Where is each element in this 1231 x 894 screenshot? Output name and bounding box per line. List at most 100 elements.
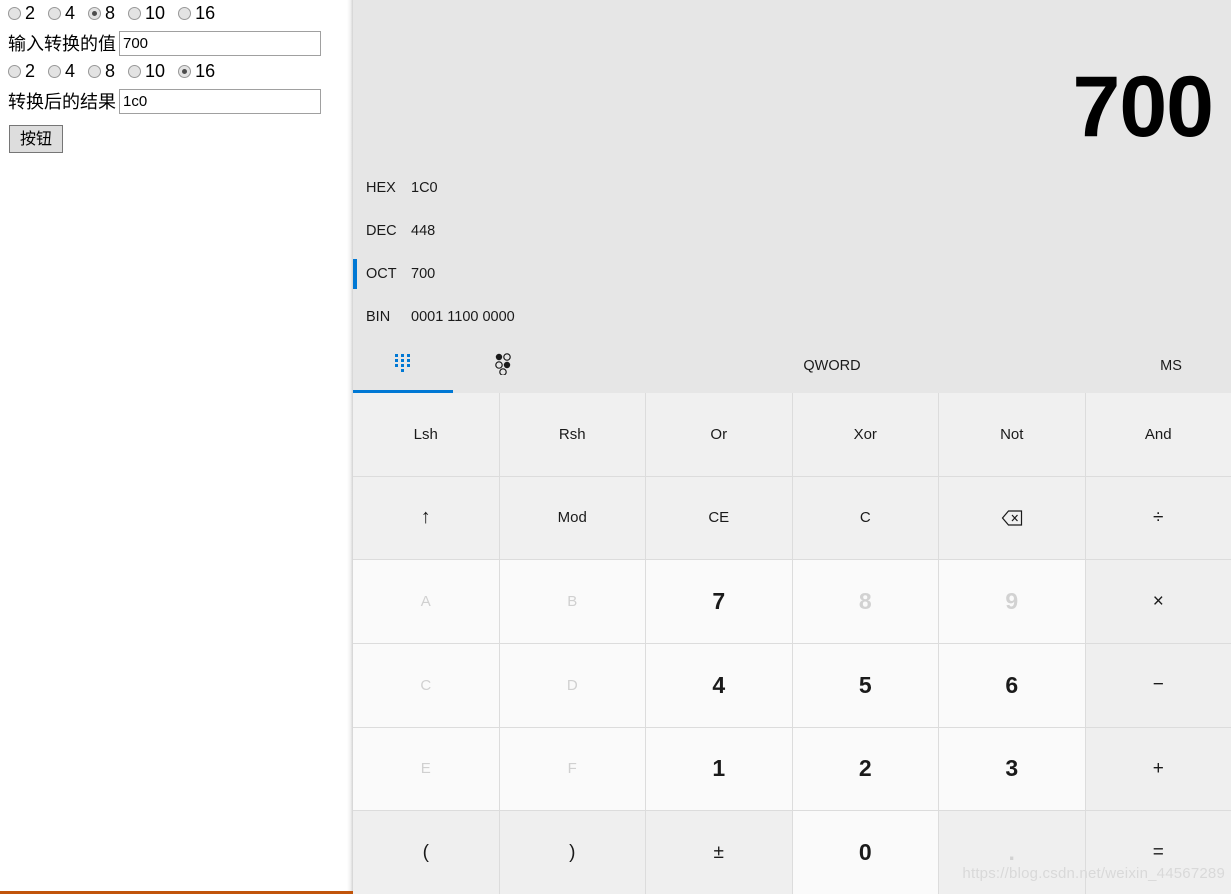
key-7[interactable]: 7 (646, 560, 792, 643)
selection-indicator (353, 216, 357, 246)
key-equals[interactable]: = (1085, 811, 1231, 894)
radio-label: 2 (25, 61, 36, 81)
tab-keypad[interactable] (353, 338, 453, 393)
key-backspace[interactable] (939, 476, 1085, 560)
radio-dot-icon[interactable] (178, 6, 192, 20)
radio-label: 4 (65, 3, 76, 23)
radix-row-oct[interactable]: OCT 700 (353, 252, 1231, 295)
key-label: − (1152, 674, 1164, 696)
radio-label: 4 (65, 61, 76, 81)
key-lsh[interactable]: Lsh (353, 393, 499, 476)
radio-dot-icon[interactable] (178, 64, 192, 78)
active-tab-indicator (353, 390, 453, 393)
key-multiply[interactable]: × (1085, 560, 1231, 643)
output-radix-radio-row: 2 4 8 10 16 (0, 58, 353, 84)
key-subtract[interactable]: − (1085, 643, 1231, 727)
radio-dot-icon[interactable] (48, 6, 62, 20)
key-1[interactable]: 1 (646, 727, 792, 811)
key-label: F (567, 760, 577, 778)
key-label: ± (713, 841, 724, 863)
input-value-label: 输入转换的值 (8, 34, 116, 55)
convert-button[interactable]: 按钮 (9, 124, 64, 154)
radio-input-radix-16[interactable]: 16 (178, 4, 215, 22)
radix-name: OCT (366, 265, 397, 282)
radio-output-radix-2[interactable]: 2 (8, 62, 35, 80)
key-label: 8 (858, 588, 872, 615)
radio-label: 10 (145, 61, 166, 81)
bit-toggle-icon (493, 352, 513, 379)
tab-bit-toggle[interactable] (453, 338, 553, 393)
key-label: And (1144, 425, 1172, 443)
radio-dot-icon[interactable] (48, 64, 62, 78)
selection-indicator (353, 173, 357, 203)
radio-input-radix-4[interactable]: 4 (48, 4, 75, 22)
key-hex-a: A (353, 560, 499, 643)
radix-value: 700 (411, 265, 436, 282)
radix-name: BIN (366, 308, 391, 325)
key-add[interactable]: + (1085, 727, 1231, 811)
key-not[interactable]: Not (939, 393, 1085, 476)
radio-input-radix-10[interactable]: 10 (128, 4, 165, 22)
word-size-selector[interactable]: QWORD (553, 338, 1111, 393)
app-root: 2481016 输入转换的值 2481016 转换后的结果 按钮 700 HEX… (0, 0, 1231, 894)
key-label: 6 (1005, 671, 1019, 698)
key-label: × (1152, 590, 1164, 612)
key-label: 7 (712, 588, 726, 615)
radio-label: 2 (25, 3, 36, 23)
key-xor[interactable]: Xor (792, 393, 938, 476)
key-or[interactable]: Or (646, 393, 792, 476)
radio-input-radix-8[interactable]: 8 (88, 4, 115, 22)
key-divide[interactable]: ÷ (1085, 476, 1231, 560)
key-0[interactable]: 0 (792, 811, 938, 894)
radio-dot-icon[interactable] (88, 64, 102, 78)
key-rsh[interactable]: Rsh (499, 393, 645, 476)
radio-dot-icon[interactable] (8, 6, 21, 20)
key-clear-entry[interactable]: CE (646, 476, 792, 560)
key-paren-open[interactable]: ( (353, 811, 499, 894)
radix-row-dec[interactable]: DEC 448 (353, 209, 1231, 252)
key-5[interactable]: 5 (792, 643, 938, 727)
display-value: 700 (1072, 59, 1214, 155)
key-label: CE (708, 509, 730, 527)
memory-store-button[interactable]: MS (1111, 338, 1231, 393)
key-plus-minus[interactable]: ± (646, 811, 792, 894)
input-radix-radio-row: 2 4 8 10 16 (0, 0, 353, 26)
key-hex-e: E (353, 727, 499, 811)
radio-label: 8 (105, 61, 116, 81)
key-hex-d: D (499, 643, 645, 727)
key-label: + (1152, 757, 1164, 779)
radio-output-radix-4[interactable]: 4 (48, 62, 75, 80)
key-label: 3 (1005, 755, 1019, 782)
key-6[interactable]: 6 (939, 643, 1085, 727)
key-label: B (567, 593, 578, 611)
key-2[interactable]: 2 (792, 727, 938, 811)
key-clear[interactable]: C (792, 476, 938, 560)
key-3[interactable]: 3 (939, 727, 1085, 811)
input-value-field[interactable] (119, 30, 321, 56)
radio-output-radix-16[interactable]: 16 (178, 62, 215, 80)
radio-output-radix-8[interactable]: 8 (88, 62, 115, 80)
radix-row-bin[interactable]: BIN 0001 1100 0000 (353, 295, 1231, 338)
radix-row-hex[interactable]: HEX 1C0 (353, 166, 1231, 209)
radio-input-radix-2[interactable]: 2 (8, 4, 35, 22)
key-paren-close[interactable]: ) (499, 811, 645, 894)
key-shift-up[interactable]: ↑ (353, 476, 499, 560)
key-hex-c: C (353, 643, 499, 727)
key-label: 0 (858, 839, 872, 866)
key-8: 8 (792, 560, 938, 643)
radio-dot-icon[interactable] (88, 6, 102, 20)
radio-dot-icon[interactable] (8, 64, 21, 78)
radio-output-radix-10[interactable]: 10 (128, 62, 165, 80)
radio-dot-icon[interactable] (128, 64, 142, 78)
submit-row: 按钮 (0, 121, 353, 157)
key-4[interactable]: 4 (646, 643, 792, 727)
key-and[interactable]: And (1085, 393, 1231, 476)
keypad-icon (394, 353, 412, 378)
key-label: A (420, 593, 431, 611)
output-value-field[interactable] (119, 88, 321, 114)
input-value-row: 输入转换的值 (0, 28, 353, 58)
radio-dot-icon[interactable] (128, 6, 142, 20)
calculator-toolbar: QWORD MS (353, 338, 1231, 393)
key-mod[interactable]: Mod (499, 476, 645, 560)
radio-label: 16 (195, 3, 216, 23)
